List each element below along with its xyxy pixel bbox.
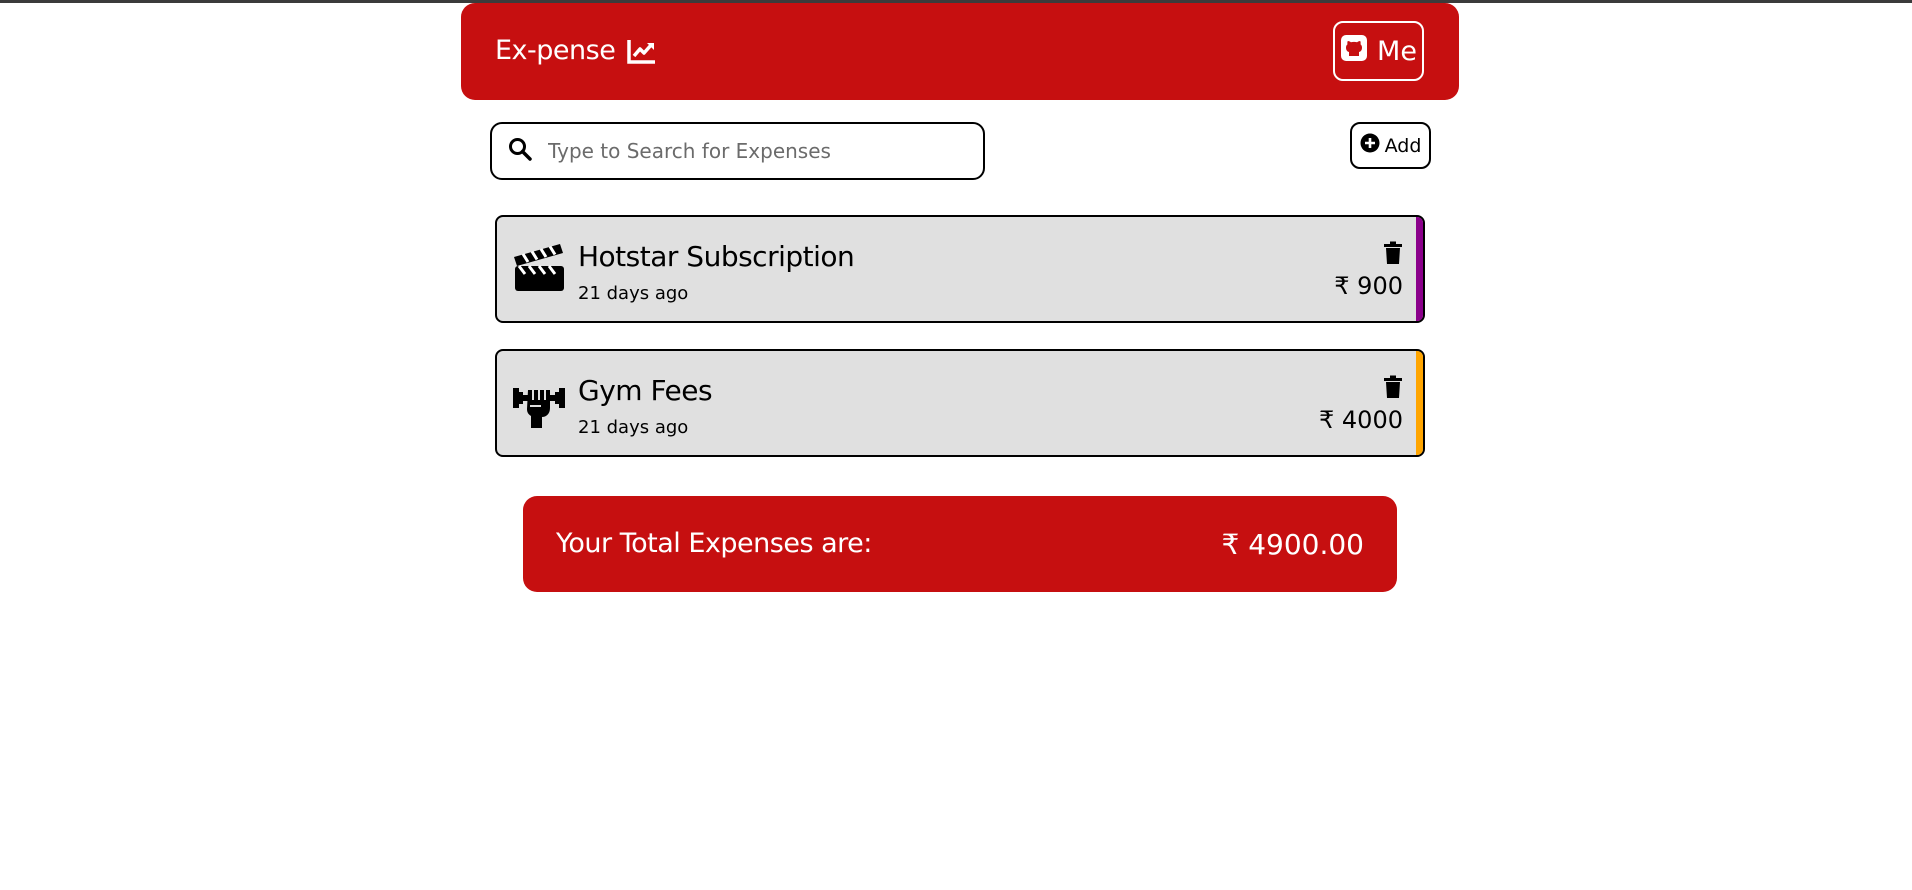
expense-amount: ₹ 4000	[1319, 406, 1403, 434]
clapperboard-icon	[512, 242, 566, 296]
expense-amount: ₹ 900	[1334, 272, 1403, 300]
expense-date: 21 days ago	[578, 283, 689, 304]
expense-title: Hotstar Subscription	[578, 240, 855, 273]
me-button[interactable]: Me	[1333, 21, 1424, 81]
expense-accent	[1416, 351, 1423, 455]
brand-name: Ex-pense	[495, 35, 616, 66]
search-box[interactable]	[490, 122, 985, 180]
total-value: ₹ 4900.00	[1221, 528, 1364, 561]
brand[interactable]: Ex-pense	[495, 35, 657, 66]
expense-accent	[1416, 217, 1423, 321]
fist-dumbbell-icon	[512, 376, 566, 430]
expense-date: 21 days ago	[578, 417, 689, 438]
add-expense-button[interactable]: Add	[1350, 122, 1431, 169]
expense-title: Gym Fees	[578, 374, 713, 407]
total-expenses-banner: Your Total Expenses are: ₹ 4900.00	[523, 496, 1397, 592]
github-icon	[1340, 34, 1368, 69]
me-label: Me	[1377, 35, 1417, 67]
expense-card[interactable]: Gym Fees 21 days ago ₹ 4000	[495, 349, 1425, 457]
plus-circle-icon	[1360, 133, 1380, 158]
expense-card[interactable]: Hotstar Subscription 21 days ago ₹ 900	[495, 215, 1425, 323]
app-header: Ex-pense Me	[461, 3, 1459, 100]
chart-line-icon	[627, 38, 657, 64]
total-label: Your Total Expenses are:	[556, 528, 872, 559]
search-icon	[508, 137, 532, 165]
add-label: Add	[1384, 134, 1422, 157]
trash-icon[interactable]	[1383, 375, 1403, 399]
search-input[interactable]	[546, 138, 970, 164]
trash-icon[interactable]	[1383, 241, 1403, 265]
